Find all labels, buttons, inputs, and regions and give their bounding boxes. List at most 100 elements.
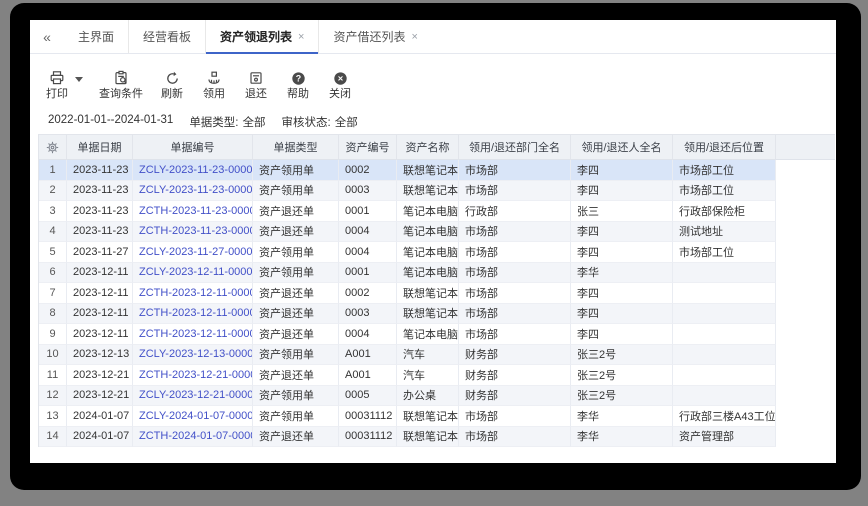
location-cell [673, 345, 776, 366]
receive-button[interactable]: 领用 [201, 70, 227, 100]
doc-number-link[interactable]: ZCTH-2023-12-11-00003 [133, 304, 253, 325]
person-cell: 张三2号 [571, 365, 673, 386]
table-row[interactable]: 132024-01-07ZCLY-2024-01-07-00001资产领用单00… [39, 406, 835, 427]
row-number: 4 [39, 222, 67, 243]
collapse-tabs-icon[interactable]: « [30, 20, 64, 53]
doc-number-link[interactable]: ZCTH-2023-11-23-00001 [133, 201, 253, 222]
department-cell: 市场部 [459, 242, 571, 263]
row-number: 12 [39, 386, 67, 407]
table-row[interactable]: 72023-12-11ZCTH-2023-12-11-00003资产退还单000… [39, 283, 835, 304]
person-cell: 李四 [571, 283, 673, 304]
doc-number-link[interactable]: ZCLY-2023-11-23-00001 [133, 181, 253, 202]
query-conditions-button[interactable]: 查询条件 [99, 70, 143, 100]
asset-name-cell: 联想笔记本 [397, 304, 459, 325]
doc-number-link[interactable]: ZCLY-2023-12-13-00004 [133, 345, 253, 366]
tab-business-dashboard[interactable]: 经营看板 [128, 20, 205, 53]
person-cell: 张三2号 [571, 386, 673, 407]
table-row[interactable]: 122023-12-21ZCLY-2023-12-21-00005资产领用单00… [39, 386, 835, 407]
doc-type-cell: 资产领用单 [253, 242, 339, 263]
asset-number-cell: 0004 [339, 242, 397, 263]
column-header-department[interactable]: 领用/退还部门全名 [459, 134, 571, 160]
asset-number-cell: 00031112 [339, 406, 397, 427]
help-button[interactable]: ? 帮助 [285, 70, 311, 100]
person-cell: 张三2号 [571, 345, 673, 366]
tab-label: 资产领退列表 [220, 28, 292, 45]
table-row[interactable]: 12023-11-23ZCLY-2023-11-23-00001资产领用单000… [39, 160, 835, 181]
location-cell [673, 283, 776, 304]
table-row[interactable]: 112023-12-21ZCTH-2023-12-21-00005资产退还单A0… [39, 365, 835, 386]
column-header-location[interactable]: 领用/退还后位置 [673, 134, 776, 160]
table-row[interactable]: 52023-11-27ZCLY-2023-11-27-00002资产领用单000… [39, 242, 835, 263]
table-row[interactable]: 82023-12-11ZCTH-2023-12-11-00003资产退还单000… [39, 304, 835, 325]
asset-number-cell: 00031112 [339, 427, 397, 448]
department-cell: 市场部 [459, 160, 571, 181]
doc-number-link[interactable]: ZCTH-2023-12-11-00004 [133, 324, 253, 345]
table-row[interactable]: 42023-11-23ZCTH-2023-11-23-00002资产退还单000… [39, 222, 835, 243]
doc-number-link[interactable]: ZCTH-2023-12-11-00003 [133, 283, 253, 304]
doc-number-link[interactable]: ZCLY-2023-11-23-00001 [133, 160, 253, 181]
department-cell: 财务部 [459, 386, 571, 407]
table-row[interactable]: 62023-12-11ZCLY-2023-12-11-00003资产领用单000… [39, 263, 835, 284]
doc-number-link[interactable]: ZCLY-2024-01-07-00001 [133, 406, 253, 427]
close-view-button[interactable]: × 关闭 [327, 70, 353, 100]
doc-number-link[interactable]: ZCTH-2023-11-23-00002 [133, 222, 253, 243]
asset-number-cell: A001 [339, 345, 397, 366]
print-dropdown-caret-icon[interactable] [75, 77, 83, 82]
asset-number-cell: 0002 [339, 160, 397, 181]
department-cell: 市场部 [459, 427, 571, 448]
receive-hand-icon [206, 70, 222, 86]
asset-name-cell: 联想笔记本1... [397, 406, 459, 427]
asset-number-cell: 0004 [339, 324, 397, 345]
asset-number-cell: A001 [339, 365, 397, 386]
table-row[interactable]: 102023-12-13ZCLY-2023-12-13-00004资产领用单A0… [39, 345, 835, 366]
return-box-icon [248, 70, 264, 86]
return-button[interactable]: 退还 [243, 70, 269, 100]
app-window: « 主界面 经营看板 资产领退列表 × 资产借还列表 × [30, 20, 836, 463]
doc-number-link[interactable]: ZCTH-2024-01-07-00001 [133, 427, 253, 448]
doc-type-cell: 资产退还单 [253, 222, 339, 243]
column-header-doc-date[interactable]: 单据日期 [67, 134, 133, 160]
row-number: 11 [39, 365, 67, 386]
person-cell: 李四 [571, 324, 673, 345]
doc-number-link[interactable]: ZCTH-2023-12-21-00005 [133, 365, 253, 386]
column-header-asset-name[interactable]: 资产名称 [397, 134, 459, 160]
doc-date-cell: 2023-12-21 [67, 365, 133, 386]
doc-type-cell: 资产领用单 [253, 181, 339, 202]
location-cell: 市场部工位 [673, 242, 776, 263]
tab-asset-borrow-return-list[interactable]: 资产借还列表 × [318, 20, 431, 53]
refresh-icon [165, 70, 180, 86]
doc-type-cell: 资产领用单 [253, 160, 339, 181]
close-tab-icon[interactable]: × [298, 31, 304, 43]
refresh-button[interactable]: 刷新 [159, 70, 185, 100]
table-row[interactable]: 92023-12-11ZCTH-2023-12-11-00004资产退还单000… [39, 324, 835, 345]
doc-date-cell: 2023-11-23 [67, 160, 133, 181]
doc-number-link[interactable]: ZCLY-2023-11-27-00002 [133, 242, 253, 263]
row-filler [776, 160, 835, 181]
row-number: 14 [39, 427, 67, 448]
department-cell: 市场部 [459, 324, 571, 345]
tab-bar: « 主界面 经营看板 资产领退列表 × 资产借还列表 × [30, 20, 836, 54]
location-cell: 资产管理部 [673, 427, 776, 448]
asset-name-cell: 联想笔记本 [397, 283, 459, 304]
doc-date-cell: 2023-12-11 [67, 283, 133, 304]
doc-number-link[interactable]: ZCLY-2023-12-11-00003 [133, 263, 253, 284]
location-cell: 行政部保险柜 [673, 201, 776, 222]
table-row[interactable]: 142024-01-07ZCTH-2024-01-07-00001资产退还单00… [39, 427, 835, 448]
tab-asset-issue-return-list[interactable]: 资产领退列表 × [205, 20, 318, 53]
print-button[interactable]: 打印 [44, 70, 70, 100]
tab-main[interactable]: 主界面 [64, 20, 128, 53]
table-row[interactable]: 32023-11-23ZCTH-2023-11-23-00001资产退还单000… [39, 201, 835, 222]
row-filler [776, 283, 835, 304]
toolbar-button-label: 领用 [203, 88, 225, 100]
column-header-doc-type[interactable]: 单据类型 [253, 134, 339, 160]
doc-number-link[interactable]: ZCLY-2023-12-21-00005 [133, 386, 253, 407]
row-number: 9 [39, 324, 67, 345]
table-row[interactable]: 22023-11-23ZCLY-2023-11-23-00001资产领用单000… [39, 181, 835, 202]
row-number: 13 [39, 406, 67, 427]
doc-date-cell: 2023-11-23 [67, 222, 133, 243]
column-header-person[interactable]: 领用/退还人全名 [571, 134, 673, 160]
column-header-asset-number[interactable]: 资产编号 [339, 134, 397, 160]
close-tab-icon[interactable]: × [412, 31, 418, 43]
column-settings-button[interactable] [39, 134, 67, 160]
column-header-doc-number[interactable]: 单据编号 [133, 134, 253, 160]
